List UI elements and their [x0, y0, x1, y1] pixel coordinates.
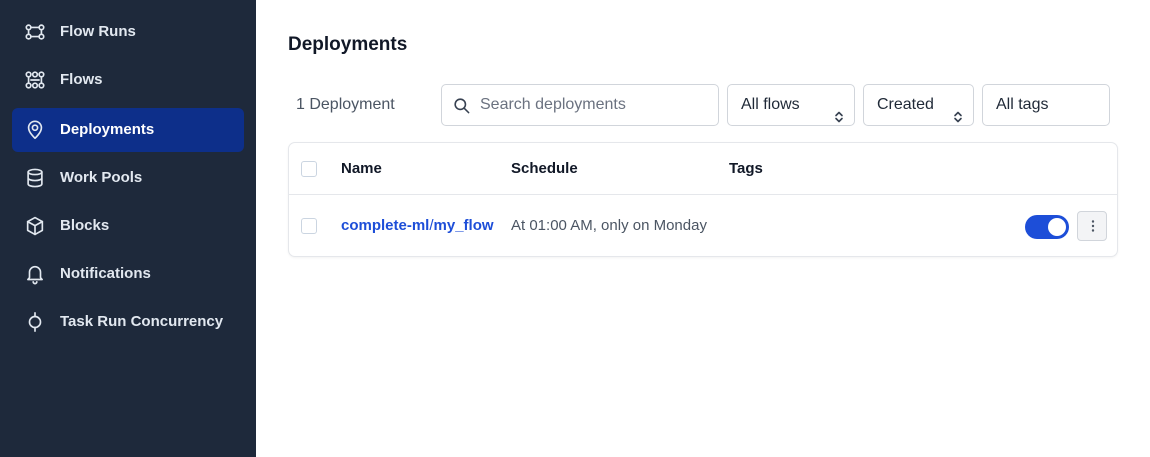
flow-name[interactable]: complete-ml [341, 217, 429, 234]
column-header-tags[interactable]: Tags [729, 143, 763, 195]
search-icon [454, 98, 470, 114]
flows-icon [24, 69, 46, 91]
location-pin-icon [24, 119, 46, 141]
sidebar-item-blocks[interactable]: Blocks [12, 204, 244, 248]
tags-filter-value: All tags [996, 96, 1049, 113]
flows-filter-select[interactable]: All flows [727, 84, 855, 126]
tags-filter-select[interactable]: All tags [982, 84, 1110, 126]
sidebar-item-label: Notifications [60, 265, 151, 282]
deployment-name[interactable]: my_flow [434, 217, 494, 234]
cube-icon [24, 215, 46, 237]
sidebar-item-label: Task Run Concurrency [60, 313, 224, 330]
toggle-knob [1048, 218, 1066, 236]
chevron-up-down-icon [834, 99, 844, 123]
deployment-name-link[interactable]: complete-ml/my_flow [341, 195, 494, 257]
row-checkbox[interactable] [301, 218, 317, 234]
sidebar-item-work-pools[interactable]: Work Pools [12, 156, 244, 200]
sidebar: Flow Runs Flows Deployments Work Pools B… [0, 0, 256, 457]
sidebar-item-label: Flows [60, 71, 103, 88]
concurrency-icon [24, 311, 46, 333]
database-icon [24, 167, 46, 189]
sidebar-item-notifications[interactable]: Notifications [12, 252, 244, 296]
bell-icon [24, 263, 46, 285]
row-menu-button[interactable] [1077, 211, 1107, 241]
search-input[interactable] [480, 85, 710, 125]
sort-select[interactable]: Created [863, 84, 974, 126]
table-header: Name Schedule Tags [289, 143, 1117, 195]
chevron-up-down-icon [953, 99, 963, 123]
sidebar-item-label: Work Pools [60, 169, 143, 186]
sidebar-item-flows[interactable]: Flows [12, 58, 244, 102]
deployments-table: Name Schedule Tags complete-ml/my_flow A… [288, 142, 1118, 257]
deployment-count: 1 Deployment [296, 96, 395, 113]
flows-filter-value: All flows [741, 96, 800, 113]
column-header-schedule[interactable]: Schedule [511, 143, 578, 195]
page-title: Deployments [288, 34, 408, 55]
deployment-active-toggle[interactable] [1025, 215, 1069, 239]
sidebar-item-deployments[interactable]: Deployments [12, 108, 244, 152]
more-vertical-icon [1091, 220, 1095, 232]
select-all-checkbox[interactable] [301, 161, 317, 177]
sidebar-item-label: Flow Runs [60, 23, 136, 40]
search-box [441, 84, 719, 126]
sort-value: Created [877, 96, 934, 113]
deployment-schedule: At 01:00 AM, only on Monday [511, 217, 707, 234]
column-header-name[interactable]: Name [341, 143, 382, 195]
table-row: complete-ml/my_flow At 01:00 AM, only on… [289, 195, 1117, 257]
sidebar-item-task-run-concurrency[interactable]: Task Run Concurrency [12, 300, 244, 344]
flow-runs-icon [24, 21, 46, 43]
sidebar-item-label: Blocks [60, 217, 110, 234]
sidebar-item-label: Deployments [60, 121, 155, 138]
sidebar-item-flow-runs[interactable]: Flow Runs [12, 10, 244, 54]
